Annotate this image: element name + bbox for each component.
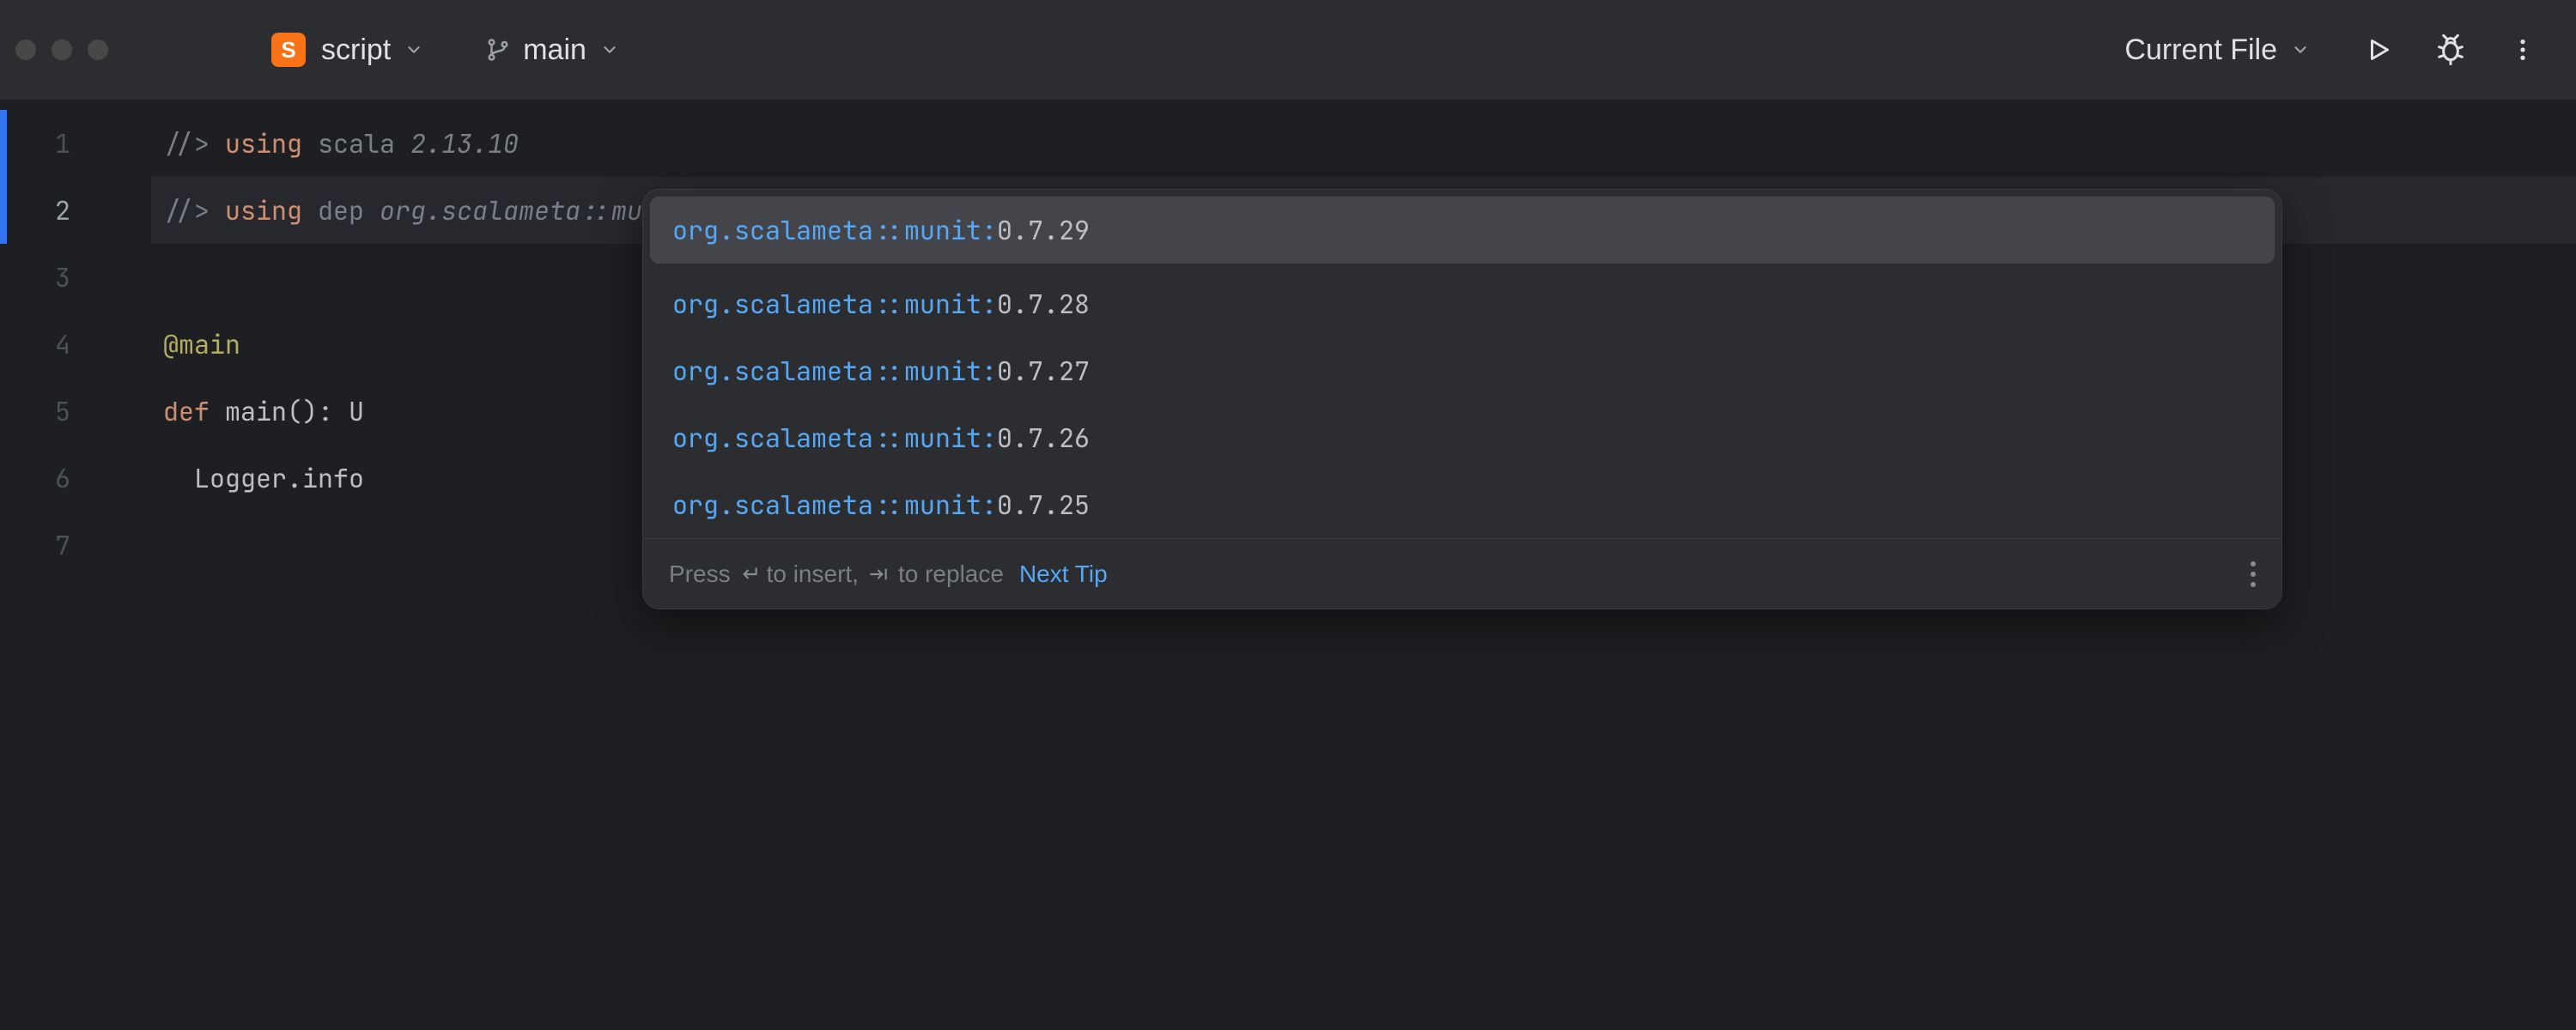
chevron-down-icon [2291, 40, 2310, 59]
completion-package: org.scalameta::munit: [672, 213, 997, 247]
branch-name-label: main [523, 33, 586, 67]
directive-prefix: //> [163, 193, 225, 227]
keyword: def [163, 394, 210, 428]
tab-key-icon [866, 563, 891, 585]
run-button[interactable] [2351, 22, 2406, 77]
scala-file-icon: S [271, 33, 306, 67]
keyword: using [225, 193, 302, 227]
completion-item[interactable]: org.scalameta::munit:0.7.25 [643, 471, 2281, 538]
window-close-button[interactable] [15, 39, 36, 60]
completion-item[interactable]: org.scalameta::munit:0.7.27 [643, 337, 2281, 404]
file-selector[interactable]: S script [271, 33, 423, 67]
chevron-down-icon [600, 40, 619, 59]
enter-key-icon [738, 563, 760, 585]
keyword: using [225, 126, 302, 161]
footer-text: to replace [898, 560, 1004, 588]
completion-item[interactable]: org.scalameta::munit:0.7.26 [643, 404, 2281, 471]
completion-package: org.scalameta::munit: [672, 354, 997, 388]
branch-selector[interactable]: main [485, 33, 619, 67]
code-line[interactable]: //> using scala 2.13.10 [151, 110, 2576, 177]
directive-prefix: //> [163, 126, 225, 161]
chevron-down-icon [404, 40, 423, 59]
completion-item[interactable]: org.scalameta::munit:0.7.28 [643, 270, 2281, 337]
more-actions-button[interactable] [2495, 22, 2550, 77]
completion-package: org.scalameta::munit: [672, 421, 997, 455]
toolbar: S script main Current File [0, 0, 2576, 100]
gutter: 1 2 3 4 5 6 7 [0, 100, 151, 1030]
text: scala [302, 126, 410, 161]
line-number[interactable]: 6 [0, 445, 151, 512]
git-branch-icon [485, 37, 511, 63]
line-number[interactable]: 7 [0, 512, 151, 579]
line-number[interactable]: 5 [0, 378, 151, 445]
debug-button[interactable] [2423, 22, 2478, 77]
code-editor[interactable]: 1 2 3 4 5 6 7 //> using scala 2.13.10 //… [0, 100, 2576, 1030]
completion-more-button[interactable] [2251, 561, 2256, 587]
next-tip-link[interactable]: Next Tip [1019, 560, 1108, 588]
completion-popup: org.scalameta::munit:0.7.29 org.scalamet… [642, 189, 2282, 609]
completion-version: 0.7.27 [997, 354, 1090, 388]
fn-name: main() [210, 394, 318, 428]
method-call: Logger.info [194, 461, 364, 495]
completion-version: 0.7.29 [997, 213, 1090, 247]
completion-item[interactable]: org.scalameta::munit:0.7.29 [650, 197, 2275, 264]
run-config-selector[interactable]: Current File [2124, 33, 2310, 67]
window-controls [15, 39, 108, 60]
completion-footer: Press to insert, to replace Next Tip [643, 538, 2281, 609]
completion-version: 0.7.28 [997, 287, 1090, 321]
line-number[interactable]: 1 [0, 110, 151, 177]
run-config-label: Current File [2124, 33, 2277, 67]
text: dep [302, 193, 380, 227]
line-number[interactable]: 3 [0, 244, 151, 311]
footer-text: Press [669, 560, 731, 588]
line-number[interactable]: 4 [0, 311, 151, 378]
window-zoom-button[interactable] [88, 39, 108, 60]
line-number[interactable]: 2 [0, 177, 151, 244]
completion-package: org.scalameta::munit: [672, 488, 997, 522]
completion-version: 0.7.25 [997, 488, 1090, 522]
type-name: U [349, 394, 364, 428]
window-minimize-button[interactable] [52, 39, 72, 60]
scala-version: 2.13.10 [410, 126, 519, 161]
text: : [318, 394, 349, 428]
completion-package: org.scalameta::munit: [672, 287, 997, 321]
footer-text: to insert, [767, 560, 859, 588]
code-area[interactable]: //> using scala 2.13.10 //> using dep or… [151, 100, 2576, 1030]
annotation: @main [163, 327, 240, 361]
indent [163, 461, 194, 495]
file-name-label: script [321, 33, 391, 67]
completion-version: 0.7.26 [997, 421, 1090, 455]
